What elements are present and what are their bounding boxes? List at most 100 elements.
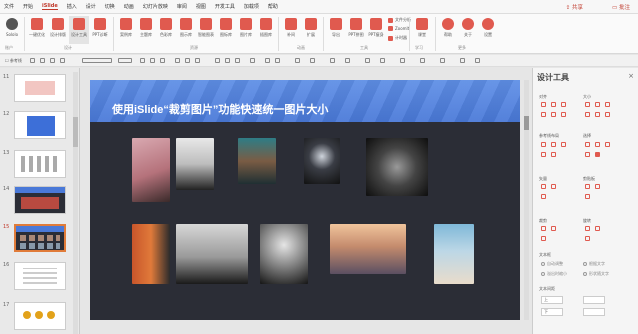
align-tool-icon[interactable] <box>310 58 315 63</box>
scale-icon[interactable] <box>595 112 600 117</box>
align-left-icon[interactable] <box>175 58 180 63</box>
spacing-top-input[interactable]: 上 <box>541 296 563 304</box>
align-middle-icon[interactable] <box>551 112 556 117</box>
slide-thumbnail-selected[interactable] <box>14 224 66 252</box>
photo-portrait[interactable] <box>238 138 276 184</box>
swap-size-icon[interactable] <box>605 112 610 117</box>
resize-icon[interactable] <box>585 112 590 117</box>
menu-animations[interactable]: 动画 <box>124 3 134 10</box>
guides-toggle[interactable]: ☐ 参考线 <box>5 58 22 64</box>
shape-rect-icon[interactable] <box>215 58 220 63</box>
radio-shrink-overflow[interactable]: 溢出时缩小 <box>541 271 567 277</box>
photo-portrait[interactable] <box>132 224 170 284</box>
guide-icon[interactable] <box>551 152 556 157</box>
help-button[interactable]: 帮助 <box>438 16 458 44</box>
file-analysis-button[interactable]: 文件分析 <box>388 17 411 23</box>
vector-icon[interactable] <box>541 194 546 199</box>
link-icon[interactable] <box>420 58 425 63</box>
photo-portrait[interactable] <box>132 138 170 202</box>
menu-transitions[interactable]: 切换 <box>105 3 115 10</box>
comment-button[interactable]: ▭ 批注 <box>612 3 630 11</box>
guide-icon[interactable] <box>561 142 566 147</box>
ppt-slim-button[interactable]: PPT瘦身 <box>366 16 386 44</box>
share-button[interactable]: ⇪ 共享 <box>566 3 583 11</box>
spacing-top-value[interactable] <box>583 296 605 304</box>
select-icon[interactable] <box>605 142 610 147</box>
copy-icon[interactable] <box>585 184 590 189</box>
menu-review[interactable]: 审阅 <box>177 3 187 10</box>
illustration-library-button[interactable]: 插图库 <box>256 16 276 44</box>
size-select[interactable] <box>118 58 132 63</box>
spacing-bottom-value[interactable] <box>583 308 605 316</box>
table-icon[interactable] <box>400 58 405 63</box>
arrange-icon[interactable] <box>250 58 255 63</box>
menu-home[interactable]: 开始 <box>23 3 33 10</box>
photo-hands[interactable] <box>366 138 428 196</box>
crop-icon[interactable] <box>345 58 350 63</box>
paste-icon[interactable] <box>595 184 600 189</box>
shape-line-icon[interactable] <box>235 58 240 63</box>
settings-button[interactable]: 设置 <box>478 16 498 44</box>
shape-ellipse-icon[interactable] <box>225 58 230 63</box>
photo-portrait[interactable] <box>304 138 340 184</box>
slide-title[interactable]: 使用iSlide“裁剪图片”功能快速统一图片大小 <box>112 101 328 117</box>
menu-insert[interactable]: 插入 <box>67 3 77 10</box>
vector-icon[interactable] <box>551 184 556 189</box>
crop-icon[interactable] <box>551 226 556 231</box>
zoomit-button[interactable]: ZoomIt <box>388 26 409 31</box>
extend-button[interactable]: 扩展 <box>301 16 321 44</box>
font-select[interactable] <box>82 58 112 63</box>
design-layout-button[interactable]: 设计排版 <box>48 16 68 44</box>
radio-resize-shape[interactable]: 形状随文字 <box>583 271 609 277</box>
same-size-icon[interactable] <box>605 102 610 107</box>
design-tools-button[interactable]: 设计工具 <box>69 16 89 44</box>
menu-slideshow[interactable]: 幻灯片放映 <box>143 3 168 10</box>
crop-icon[interactable] <box>541 226 546 231</box>
select-icon[interactable] <box>585 152 590 157</box>
rotate-icon[interactable] <box>585 226 590 231</box>
flip-icon[interactable] <box>585 236 590 241</box>
canvas-scrollbar-thumb[interactable] <box>524 116 529 130</box>
crop-icon[interactable] <box>541 236 546 241</box>
classroom-button[interactable]: 课堂 <box>412 16 432 44</box>
zoom-in-icon[interactable] <box>460 58 465 63</box>
photo-camera[interactable] <box>176 224 248 284</box>
align-center-icon[interactable] <box>185 58 190 63</box>
theme-library-button[interactable]: 主题库 <box>136 16 156 44</box>
menu-addins[interactable]: 加载项 <box>244 3 259 10</box>
group-icon[interactable] <box>295 58 300 63</box>
align-top-icon[interactable] <box>541 112 546 117</box>
current-slide[interactable]: 使用iSlide“裁剪图片”功能快速统一图片大小 <box>90 80 520 320</box>
about-button[interactable]: 关于 <box>458 16 478 44</box>
guide-icon[interactable] <box>541 152 546 157</box>
redo-icon[interactable] <box>50 58 55 63</box>
guide-icon[interactable] <box>551 142 556 147</box>
same-width-icon[interactable] <box>585 102 590 107</box>
photo-portrait[interactable] <box>176 138 214 190</box>
menu-developer[interactable]: 开发工具 <box>215 3 235 10</box>
ppt-puzzle-button[interactable]: PPT拼图 <box>346 16 366 44</box>
same-height-icon[interactable] <box>595 102 600 107</box>
zoom-out-icon[interactable] <box>475 58 480 63</box>
menu-file[interactable]: 文件 <box>4 3 14 10</box>
italic-icon[interactable] <box>150 58 155 63</box>
comment-icon[interactable] <box>440 58 445 63</box>
menu-islide[interactable]: iSlide <box>42 3 58 10</box>
icon-library-button[interactable]: 图标库 <box>216 16 236 44</box>
align-right-icon[interactable] <box>195 58 200 63</box>
radio-by-text[interactable]: 根据文字 <box>583 261 605 267</box>
vector-icon[interactable] <box>541 184 546 189</box>
slide-thumbnail[interactable] <box>14 111 66 139</box>
slide-thumbnail[interactable] <box>14 150 66 178</box>
align-center-icon[interactable] <box>551 102 556 107</box>
present-icon[interactable] <box>60 58 65 63</box>
photo-landscape[interactable] <box>330 224 406 274</box>
account-button[interactable]: Sololo <box>2 16 22 44</box>
undo-icon[interactable] <box>40 58 45 63</box>
guide-icon[interactable] <box>541 142 546 147</box>
image-library-button[interactable]: 图片库 <box>236 16 256 44</box>
select-icon[interactable] <box>585 142 590 147</box>
bold-icon[interactable] <box>140 58 145 63</box>
one-click-optimize-button[interactable]: 一键优化 <box>27 16 47 44</box>
radio-auto-fit[interactable]: 自动调整 <box>541 261 563 267</box>
